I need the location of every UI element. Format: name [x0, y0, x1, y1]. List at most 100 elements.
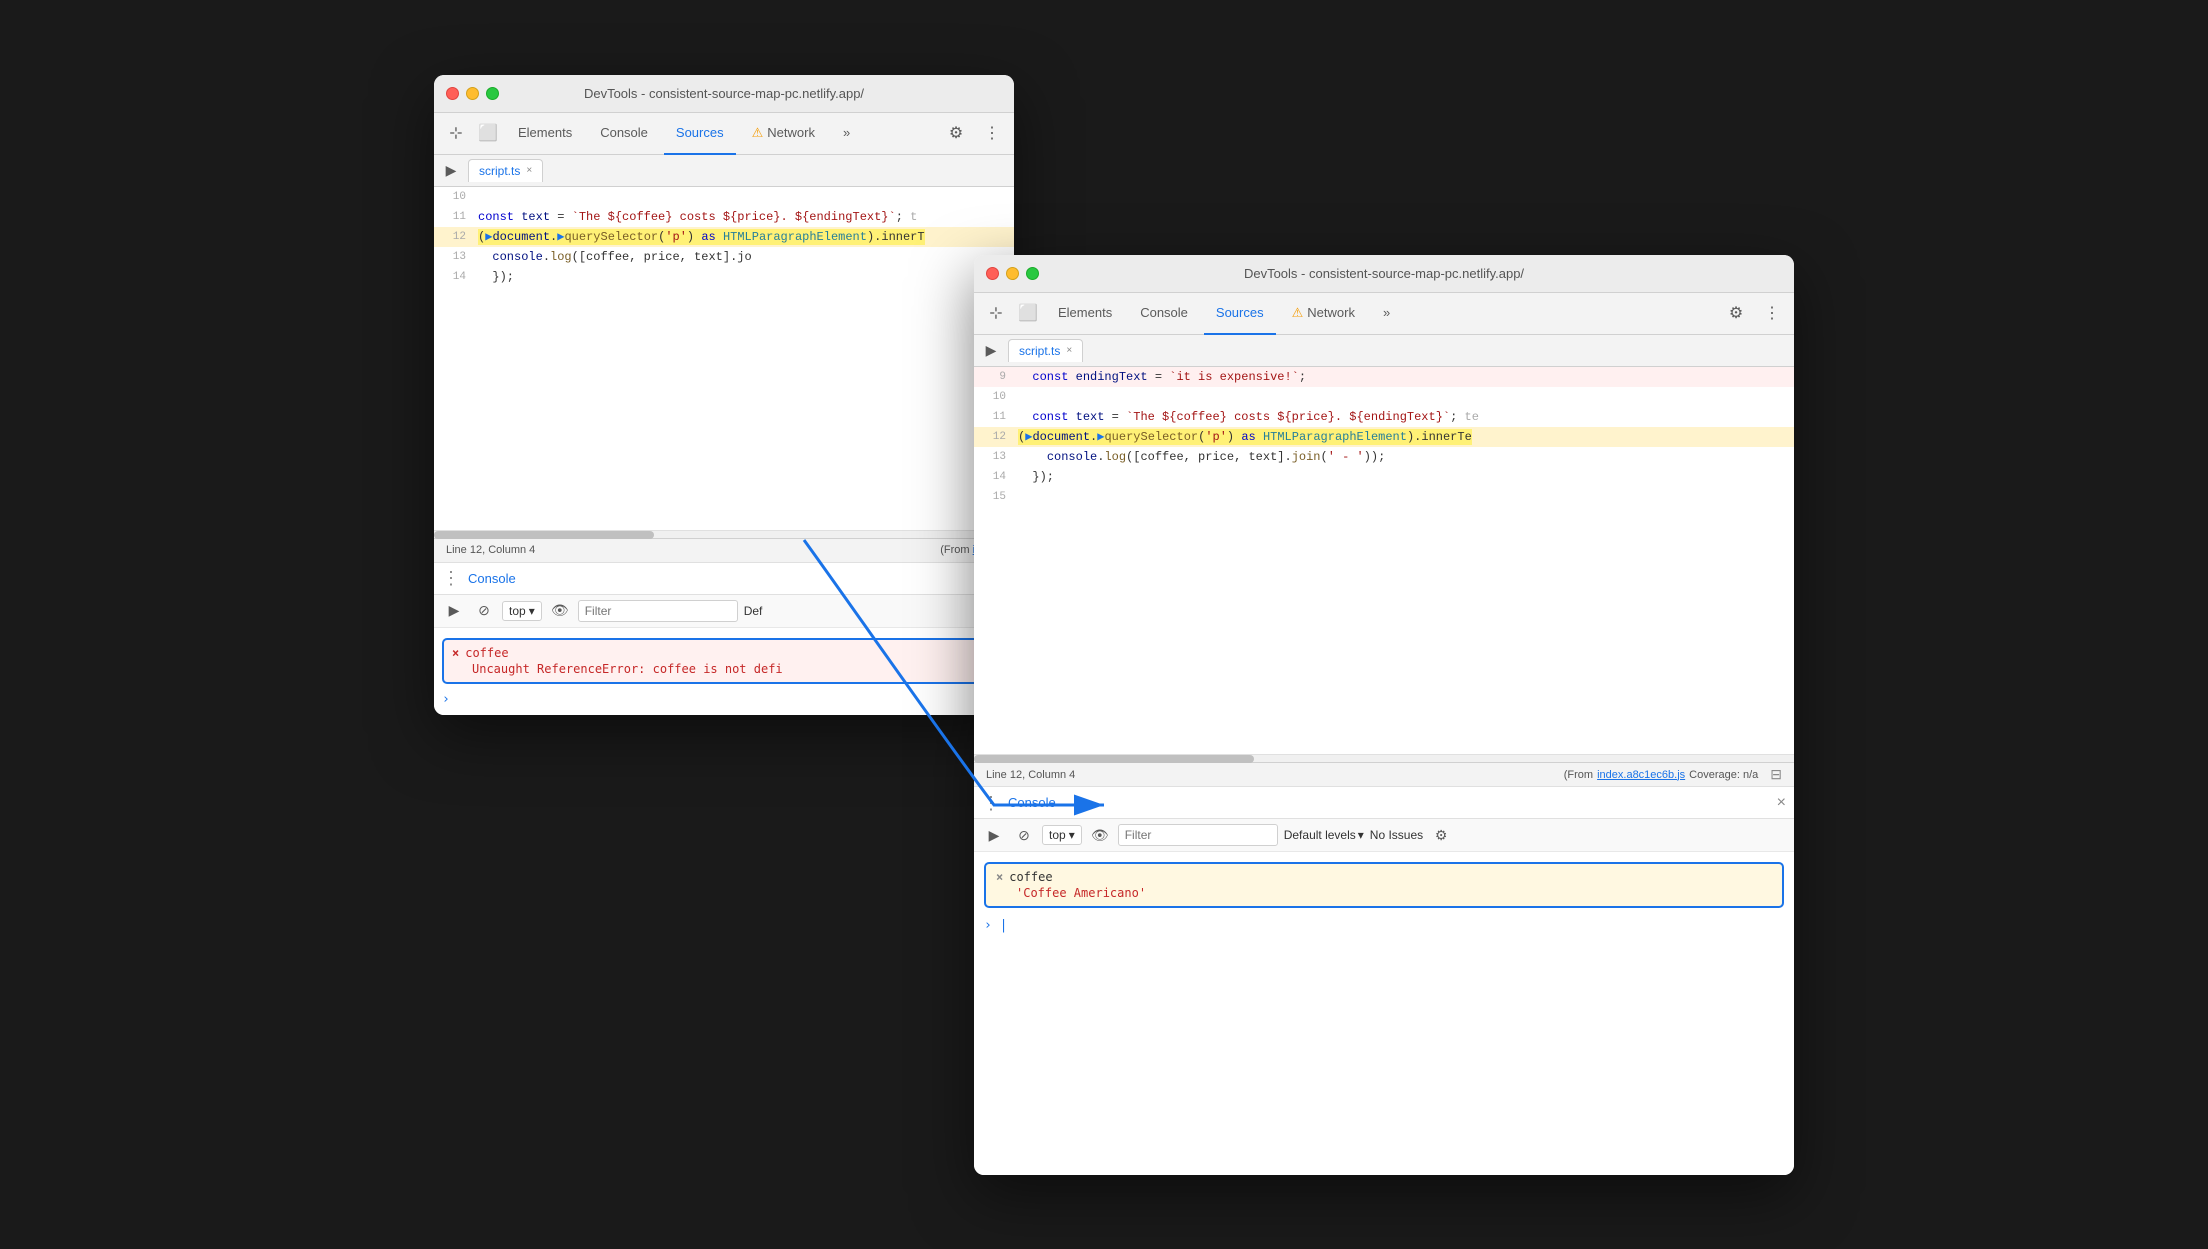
file-tab-script-back[interactable]: script.ts ×: [468, 159, 543, 182]
close-button-front[interactable]: [986, 267, 999, 280]
tab-console-front[interactable]: Console: [1128, 293, 1200, 335]
status-dock-icon[interactable]: ⊟: [1770, 766, 1782, 783]
code-line-14-back: 14 });: [434, 267, 1014, 287]
chevron-down-icon-front: ▾: [1069, 828, 1075, 842]
console-prompt-front[interactable]: › |: [974, 914, 1794, 937]
clear-btn-front[interactable]: ⊘: [1012, 823, 1036, 847]
devtools-window-front: DevTools - consistent-source-map-pc.netl…: [974, 255, 1794, 1175]
titlebar-back: DevTools - consistent-source-map-pc.netl…: [434, 75, 1014, 113]
sidebar-toggle-front[interactable]: ▶: [978, 337, 1004, 363]
error-coffee-label-back: coffee: [465, 646, 508, 660]
eye-btn-front[interactable]: 👁: [1088, 823, 1112, 847]
console-settings-icon-front[interactable]: ⚙: [1429, 823, 1453, 847]
cursor-icon[interactable]: ⊹: [442, 119, 470, 147]
filter-input-front[interactable]: [1118, 824, 1278, 846]
scrollbar-thumb-back[interactable]: [434, 531, 654, 539]
sidebar-btn-back[interactable]: ▶: [442, 599, 466, 623]
titlebar-front: DevTools - consistent-source-map-pc.netl…: [974, 255, 1794, 293]
code-line-12-back: 12 (▶document.▶querySelector('p') as HTM…: [434, 227, 1014, 247]
device-icon-front[interactable]: ⬜: [1014, 299, 1042, 327]
settings-icon-front[interactable]: ⚙: [1722, 299, 1750, 327]
top-selector-back[interactable]: top ▾: [502, 601, 542, 621]
tab-network-back[interactable]: ⚠Network: [740, 113, 827, 155]
eye-btn-back[interactable]: 👁: [548, 599, 572, 623]
code-area-front: 9 const endingText = `it is expensive!`;…: [974, 367, 1794, 755]
file-tab-name-front: script.ts: [1019, 344, 1060, 358]
warning-icon-back: ⚠: [752, 125, 764, 141]
console-log-front: × coffee 'Coffee Americano': [984, 862, 1784, 908]
tab-sources-front[interactable]: Sources: [1204, 293, 1276, 335]
warning-icon-front: ⚠: [1292, 305, 1304, 321]
window-title-front: DevTools - consistent-source-map-pc.netl…: [1244, 266, 1524, 281]
console-close-front[interactable]: ×: [1777, 794, 1786, 812]
code-line-9-front: 9 const endingText = `it is expensive!`;: [974, 367, 1794, 387]
device-icon[interactable]: ⬜: [474, 119, 502, 147]
file-tab-close-front[interactable]: ×: [1066, 345, 1072, 356]
console-toolbar-front: ▶ ⊘ top ▾ 👁 Default levels ▾ No Issues ⚙: [974, 819, 1794, 852]
default-levels-back[interactable]: Def: [744, 604, 763, 618]
sidebar-btn-front[interactable]: ▶: [982, 823, 1006, 847]
close-button-back[interactable]: [446, 87, 459, 100]
console-prompt-back[interactable]: ›: [434, 688, 1014, 709]
more-icon-back[interactable]: ⋮: [978, 119, 1006, 147]
top-label-back: top: [509, 604, 526, 618]
file-tab-close-back[interactable]: ×: [526, 165, 532, 176]
top-selector-front[interactable]: top ▾: [1042, 825, 1082, 845]
status-right-front: (From index.a8c1ec6b.js Coverage: n/a ⊟: [1564, 766, 1782, 783]
error-x-icon-back: ×: [452, 646, 459, 660]
scrollbar-back[interactable]: [434, 530, 1014, 538]
maximize-button-back[interactable]: [486, 87, 499, 100]
top-label-front: top: [1049, 828, 1066, 842]
console-menu-front[interactable]: ⋮: [982, 794, 1000, 812]
code-line-15-front: 15: [974, 487, 1794, 507]
log-label-front: × coffee: [996, 870, 1772, 884]
code-line-13-front: 13 console.log([coffee, price, text].joi…: [974, 447, 1794, 467]
status-link-front[interactable]: index.a8c1ec6b.js: [1597, 769, 1685, 781]
clear-btn-back[interactable]: ⊘: [472, 599, 496, 623]
devtools-toolbar-back: ⊹ ⬜ Elements Console Sources ⚠Network » …: [434, 113, 1014, 155]
traffic-lights-front: [986, 267, 1039, 280]
tab-elements-front[interactable]: Elements: [1046, 293, 1124, 335]
console-title-back[interactable]: Console: [468, 571, 516, 586]
filter-input-back[interactable]: [578, 600, 738, 622]
status-coverage-front: Coverage: n/a: [1689, 769, 1758, 781]
settings-icon-back[interactable]: ⚙: [942, 119, 970, 147]
console-header-back: ⋮ Console: [434, 563, 1014, 595]
tab-more-back[interactable]: »: [831, 113, 862, 155]
default-levels-front[interactable]: Default levels ▾: [1284, 828, 1364, 842]
code-line-11-back: 11 const text = `The ${coffee} costs ${p…: [434, 207, 1014, 227]
window-title-back: DevTools - consistent-source-map-pc.netl…: [584, 86, 864, 101]
log-x-icon-front: ×: [996, 870, 1003, 884]
file-tab-script-front[interactable]: script.ts ×: [1008, 339, 1083, 362]
code-line-14-front: 14 });: [974, 467, 1794, 487]
minimize-button-front[interactable]: [1006, 267, 1019, 280]
file-tabs-front: ▶ script.ts ×: [974, 335, 1794, 367]
tab-elements-back[interactable]: Elements: [506, 113, 584, 155]
console-title-front[interactable]: Console: [1008, 795, 1056, 810]
tab-network-front[interactable]: ⚠Network: [1280, 293, 1367, 335]
error-label-back: × coffee: [452, 646, 996, 660]
scrollbar-front[interactable]: [974, 754, 1794, 762]
devtools-toolbar-front: ⊹ ⬜ Elements Console Sources ⚠Network » …: [974, 293, 1794, 335]
status-bar-front: Line 12, Column 4 (From index.a8c1ec6b.j…: [974, 762, 1794, 786]
traffic-lights-back: [446, 87, 499, 100]
cursor-icon-front[interactable]: ⊹: [982, 299, 1010, 327]
maximize-button-front[interactable]: [1026, 267, 1039, 280]
error-message-back: Uncaught ReferenceError: coffee is not d…: [452, 662, 996, 676]
prompt-chevron-back: ›: [442, 692, 450, 707]
status-from-front: (From: [1564, 769, 1593, 781]
scrollbar-thumb-front[interactable]: [974, 755, 1254, 763]
tab-console-back[interactable]: Console: [588, 113, 660, 155]
console-content-back: × coffee Uncaught ReferenceError: coffee…: [434, 628, 1014, 715]
sidebar-toggle-back[interactable]: ▶: [438, 157, 464, 183]
console-content-front: × coffee 'Coffee Americano' › |: [974, 852, 1794, 1175]
toolbar-right-back: ⚙ ⋮: [942, 119, 1006, 147]
code-line-10-back: 10: [434, 187, 1014, 207]
tab-more-front[interactable]: »: [1371, 293, 1402, 335]
tab-sources-back[interactable]: Sources: [664, 113, 736, 155]
status-bar-back: Line 12, Column 4 (From index.: [434, 538, 1014, 562]
console-error-back: × coffee Uncaught ReferenceError: coffee…: [442, 638, 1006, 684]
minimize-button-back[interactable]: [466, 87, 479, 100]
more-icon-front[interactable]: ⋮: [1758, 299, 1786, 327]
console-menu-back[interactable]: ⋮: [442, 569, 460, 587]
